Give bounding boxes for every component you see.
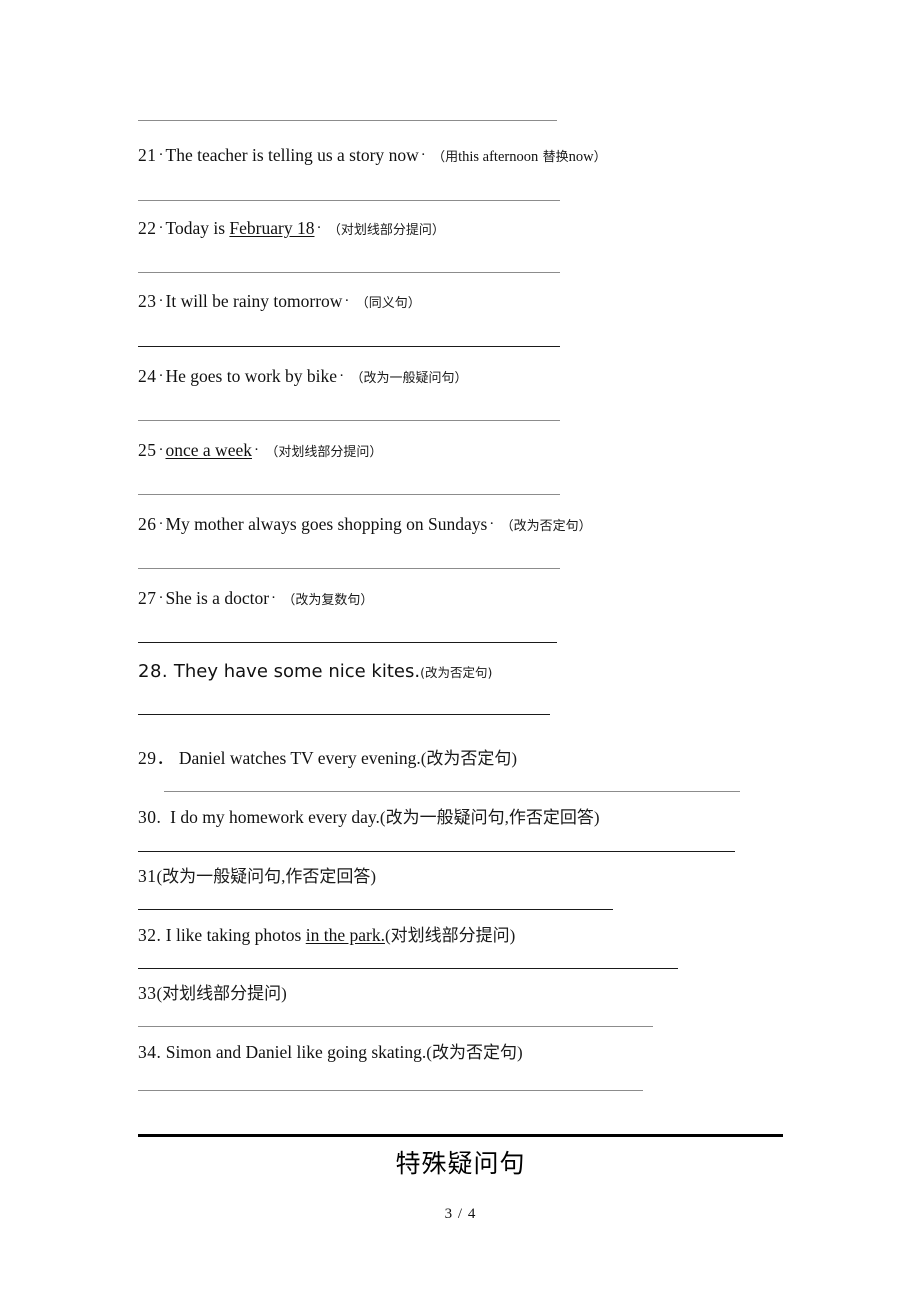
answer-rule-33 (138, 1026, 653, 1027)
question-number: 22 (138, 218, 157, 238)
document-page: 21 · The teacher is telling us a story now… (0, 0, 920, 1302)
question-separator-end: · (420, 147, 426, 163)
question-item-25: 25 · once a week · （对划线部分提问） (138, 440, 382, 462)
answer-rule-21 (138, 200, 560, 201)
question-separator: · (158, 368, 164, 384)
question-instruction: （对划线部分提问） (327, 223, 445, 238)
answer-rule-27 (138, 642, 557, 643)
answer-rule-28 (138, 714, 550, 715)
question-number: 26 (138, 514, 157, 534)
answer-rule-25 (138, 494, 560, 495)
question-item-21: 21 · The teacher is telling us a story now… (138, 145, 607, 167)
question-item-34: 34. Simon and Daniel like going skating.… (138, 1042, 523, 1064)
question-english-tail: now (388, 145, 419, 165)
question-number: 33 (138, 983, 157, 1003)
question-item-31: 31(改为一般疑问句,作否定回答) (138, 866, 376, 888)
question-number: 28. (138, 661, 169, 682)
question-instruction: (改为一般疑问句,作否定回答) (379, 808, 600, 827)
question-instruction-open: （用 (432, 150, 459, 165)
answer-rule-30 (138, 851, 735, 852)
question-separator: · (158, 147, 164, 163)
question-instruction: (改为一般疑问句,作否定回答) (156, 867, 377, 886)
question-instruction: （改为否定句） (500, 519, 592, 534)
question-separator: · (158, 293, 164, 309)
page-number: 3 / 4 (444, 1206, 477, 1222)
question-separator-end: · (489, 516, 495, 532)
question-item-22: 22 · Today is February 18 · （对划线部分提问） (138, 218, 445, 240)
question-item-30: 30. I do my homework every day.(改为一般疑问句,… (138, 807, 599, 829)
question-number: 32. (138, 925, 162, 945)
question-item-27: 27 · She is a doctor · （改为复数句） (138, 588, 373, 610)
question-english: Simon and Daniel like going skating. (165, 1042, 427, 1062)
question-item-29: 29． Daniel watches TV every evening.(改为否… (138, 748, 517, 770)
question-item-33: 33(对划线部分提问) (138, 983, 287, 1005)
question-instruction: （对划线部分提问） (265, 445, 383, 460)
answer-rule-32 (138, 968, 678, 969)
answer-rule-23 (138, 346, 560, 347)
question-instruction: (改为否定句) (420, 749, 518, 768)
question-underlined-phrase: February 18 (229, 218, 315, 238)
question-item-32: 32. I like taking photos in the park.(对划… (138, 925, 515, 947)
question-instruction: (改为否定句) (426, 1043, 523, 1062)
section-heading: 特殊疑问句 (395, 1149, 526, 1178)
question-instruction-close: ） (593, 150, 607, 165)
question-instruction: (对划线部分提问) (384, 926, 516, 945)
question-item-28: 28. They have some nice kites.(改为否定句) (138, 661, 492, 684)
question-english: Daniel watches TV every evening. (178, 748, 421, 768)
question-english: My mother always goes shopping on Sunday… (165, 514, 488, 534)
question-separator-end: · (339, 368, 345, 384)
answer-rule-22 (138, 272, 560, 273)
answer-rule-31 (138, 909, 613, 910)
question-number: 34. (138, 1042, 162, 1062)
question-number: 29． (138, 748, 175, 768)
question-instruction: （改为复数句） (282, 593, 374, 608)
question-instruction-verb: 替换 (542, 150, 569, 165)
question-number: 21 (138, 145, 157, 165)
question-english: The teacher is telling us a story (165, 145, 385, 165)
section-divider (138, 1134, 783, 1137)
question-instruction-word: now (568, 149, 594, 165)
question-number: 23 (138, 291, 157, 311)
question-english: She is a doctor (165, 588, 270, 608)
question-separator-end: · (253, 442, 259, 458)
answer-rule-26 (138, 568, 560, 569)
question-instruction: (对划线部分提问) (156, 984, 287, 1003)
question-separator: · (158, 516, 164, 532)
question-english-prefix: I like taking photos (165, 925, 302, 945)
question-number: 24 (138, 366, 157, 386)
question-number: 30. (138, 807, 162, 827)
question-separator: · (158, 220, 164, 236)
question-number: 27 (138, 588, 157, 608)
question-item-24: 24 · He goes to work by bike · （改为一般疑问句） (138, 366, 467, 388)
question-instruction: (改为否定句) (420, 665, 493, 680)
answer-rule-24 (138, 420, 560, 421)
question-separator: · (158, 590, 164, 606)
answer-rule-29 (164, 791, 740, 792)
question-instruction: （改为一般疑问句） (350, 371, 468, 386)
question-underlined-phrase: once a week (165, 440, 252, 460)
question-english: He goes to work by bike (165, 366, 338, 386)
answer-rule-top (138, 120, 557, 121)
answer-rule-34 (138, 1090, 643, 1091)
question-number: 31 (138, 866, 157, 886)
question-underlined-phrase: in the park. (305, 925, 385, 945)
question-item-23: 23 · It will be rainy tomorrow · （同义句） (138, 291, 421, 313)
question-number: 25 (138, 440, 157, 460)
question-english: I do my homework every day. (170, 807, 380, 827)
question-separator-end: · (344, 293, 350, 309)
question-english-prefix: Today is (165, 218, 226, 238)
question-separator-end: · (316, 220, 322, 236)
question-separator-end: · (271, 590, 277, 606)
question-english: It will be rainy tomorrow (165, 291, 343, 311)
question-separator: · (158, 442, 164, 458)
question-english: They have some nice kites. (173, 661, 421, 682)
question-instruction-phrase: this afternoon (458, 149, 539, 165)
question-item-26: 26 · My mother always goes shopping on Sun… (138, 514, 592, 536)
question-instruction: （同义句） (355, 296, 421, 311)
